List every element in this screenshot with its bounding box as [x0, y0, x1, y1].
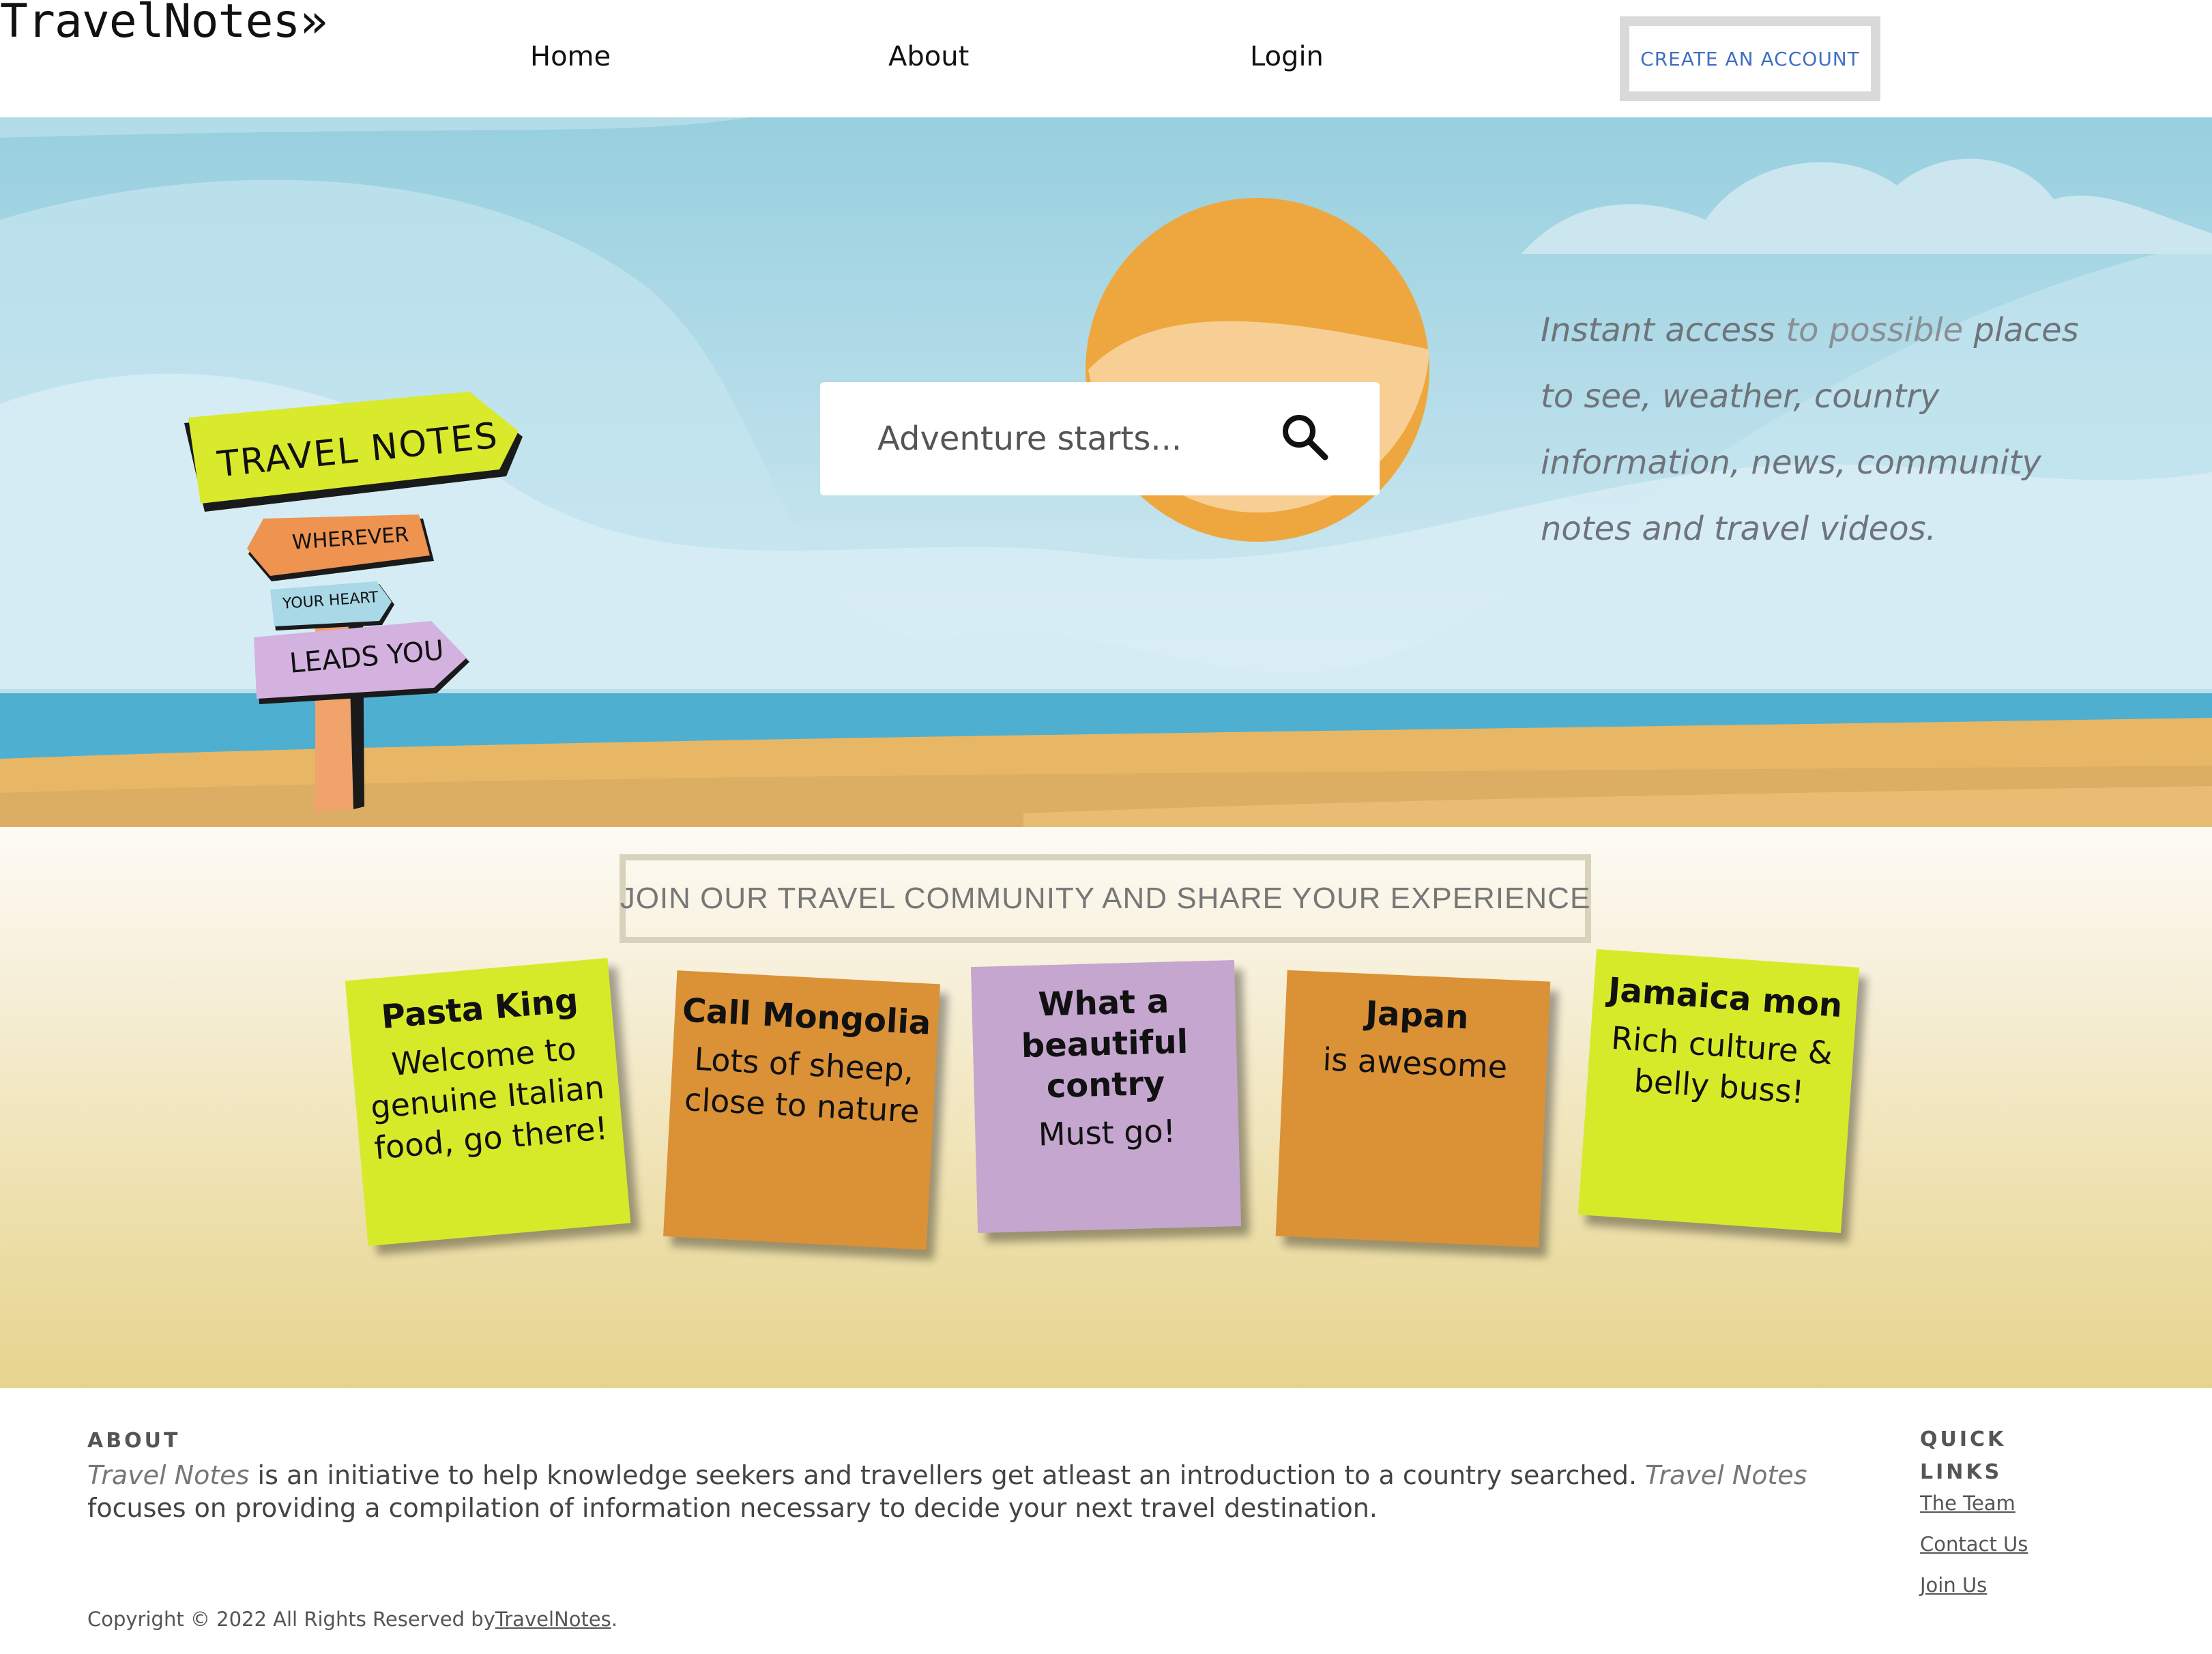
note-body: is awesome	[1322, 1041, 1509, 1086]
create-account-button[interactable]: CREATE AN ACCOUNT	[1620, 16, 1880, 101]
nav-login-link[interactable]: Login	[1250, 41, 1324, 72]
note-card[interactable]: Jamaica mon Rich culture & belly buss!	[1577, 949, 1860, 1233]
page-footer: ABOUT Travel Notes is an initiative to h…	[0, 1388, 2212, 1654]
top-navbar: TravelNotes» Home About Login CREATE AN …	[0, 0, 2212, 117]
note-title: Japan	[1365, 993, 1470, 1037]
footer-about-text-1: is an initiative to help knowledge seeke…	[249, 1460, 1646, 1490]
footer-brand-name: Travel Notes	[87, 1460, 250, 1490]
quick-links-heading: QUICK LINKS	[1920, 1427, 2007, 1484]
tagline-part-1: Instant access	[1541, 311, 1776, 349]
footer-about-heading: ABOUT	[87, 1429, 181, 1453]
copyright-prefix: Copyright © 2022 All Rights Reserved by	[87, 1608, 495, 1631]
search-icon[interactable]	[1277, 409, 1332, 464]
search-box	[820, 382, 1380, 495]
note-body: Welcome to genuine Italian food, go ther…	[369, 1030, 609, 1167]
note-card[interactable]: What a beautiful contry Must go!	[970, 960, 1242, 1233]
footer-about-text-2: focuses on providing a compilation of in…	[87, 1493, 1378, 1523]
note-title: What a beautiful contry	[1021, 982, 1189, 1106]
brand-logo[interactable]: TravelNotes»	[0, 0, 328, 48]
copyright-link[interactable]: TravelNotes	[495, 1608, 611, 1631]
note-card[interactable]: Japan is awesome	[1275, 970, 1551, 1248]
copyright-text: Copyright © 2022 All Rights Reserved byT…	[87, 1608, 617, 1631]
nav-home-link[interactable]: Home	[530, 41, 611, 72]
footer-link-contact-us[interactable]: Contact Us	[1920, 1533, 2028, 1556]
copyright-suffix: .	[611, 1608, 617, 1631]
search-input[interactable]	[876, 412, 1261, 465]
note-body: Must go!	[1038, 1112, 1176, 1153]
join-community-banner[interactable]: JOIN OUR TRAVEL COMMUNITY AND SHARE YOUR…	[620, 854, 1591, 943]
hero-section: TRAVEL NOTES WHEREVER YOUR HEART LEADS Y…	[0, 117, 2212, 827]
note-body: Lots of sheep, close to nature	[683, 1040, 920, 1130]
community-section: JOIN OUR TRAVEL COMMUNITY AND SHARE YOUR…	[0, 827, 2212, 1388]
note-title: Call Mongolia	[681, 991, 932, 1043]
hero-tagline: Instant access to possible places to see…	[1541, 298, 2086, 562]
tagline-part-4: to see, weather, country information, ne…	[1541, 377, 2041, 548]
footer-link-the-team[interactable]: The Team	[1920, 1492, 2015, 1515]
footer-link-join-us[interactable]: Join Us	[1920, 1573, 1987, 1597]
footer-brand-name: Travel Notes	[1645, 1460, 1807, 1490]
tagline-part-3: places	[1973, 311, 2079, 349]
footer-about-text: Travel Notes is an initiative to help kn…	[87, 1459, 1861, 1524]
note-body: Rich culture & belly buss!	[1610, 1019, 1834, 1111]
note-card[interactable]: Call Mongolia Lots of sheep, close to na…	[663, 970, 940, 1250]
note-card[interactable]: Pasta King Welcome to genuine Italian fo…	[345, 957, 631, 1247]
tagline-part-2: to possible	[1775, 311, 1974, 349]
nav-about-link[interactable]: About	[888, 41, 969, 72]
